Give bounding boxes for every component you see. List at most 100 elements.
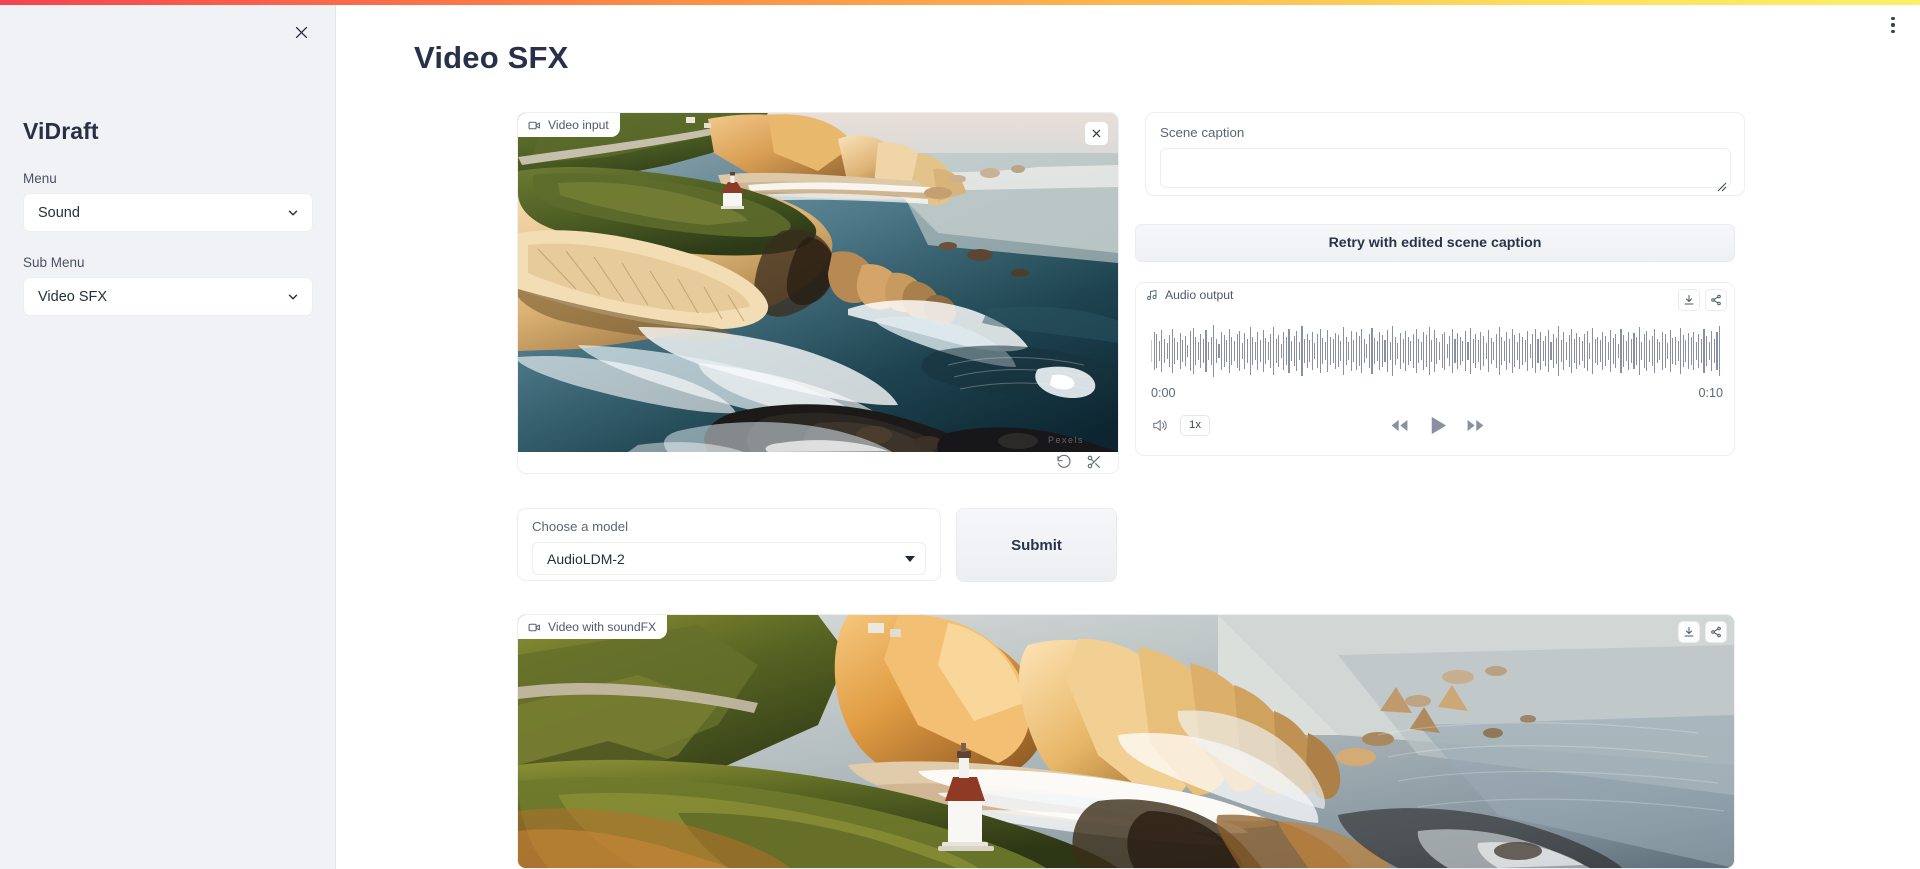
waveform-bar (1713, 338, 1715, 364)
waveform-bar (1221, 332, 1223, 370)
submenu-label: Sub Menu (23, 255, 85, 270)
waveform-bar (1345, 337, 1347, 365)
video-sfx-canvas[interactable] (518, 615, 1734, 868)
waveform-bar (1446, 343, 1448, 359)
menu-label: Menu (23, 171, 57, 186)
waveform-bar (1342, 327, 1344, 375)
waveform-bar (1304, 338, 1306, 364)
waveform-bar (1708, 341, 1710, 361)
audio-time-start: 0:00 (1151, 386, 1176, 400)
waveform-bar (1182, 340, 1184, 362)
waveform-bar (1202, 339, 1204, 363)
share-icon[interactable] (1705, 621, 1727, 643)
waveform-bar (1573, 339, 1575, 363)
video-input-canvas[interactable]: Pexels (518, 113, 1118, 452)
waveform-bar (1449, 335, 1451, 367)
waveform-bar (1566, 342, 1568, 360)
undo-rotate-ccw-icon[interactable] (1056, 454, 1072, 470)
waveform-bar (1156, 334, 1158, 368)
sidebar: ViDraft Menu Sound Sub Menu Video SFX (0, 5, 336, 869)
waveform-bar (1179, 333, 1181, 369)
waveform-bar (1436, 338, 1438, 364)
fast-forward-icon[interactable] (1466, 416, 1485, 435)
waveform-bar (1412, 334, 1415, 368)
waveform-bar (1324, 341, 1326, 361)
waveform-bar (1633, 333, 1635, 369)
waveform-bar (1215, 338, 1217, 364)
waveform-bar (1441, 333, 1443, 369)
waveform-bar (1327, 330, 1329, 372)
waveform-bar (1280, 343, 1282, 359)
video-sfx-tag-label: Video with soundFX (548, 620, 657, 634)
close-icon[interactable] (287, 18, 315, 46)
submenu-select[interactable]: Video SFX (23, 277, 313, 316)
waveform-bar (1195, 337, 1197, 365)
submit-button[interactable]: Submit (956, 508, 1117, 582)
waveform-bar (1348, 342, 1350, 360)
waveform-bar (1405, 330, 1407, 372)
waveform-bar (1291, 340, 1293, 362)
model-picker-block: Choose a model AudioLDM-2 (517, 508, 941, 581)
waveform-bar (1488, 330, 1490, 372)
scene-caption-label: Scene caption (1160, 125, 1245, 140)
download-icon[interactable] (1678, 621, 1700, 643)
menu-select[interactable]: Sound (23, 193, 313, 232)
more-vertical-icon[interactable] (1882, 12, 1904, 38)
waveform-bar (1431, 340, 1433, 362)
waveform-bar (1672, 338, 1674, 364)
waveform-bar (1223, 335, 1225, 367)
scene-caption-block: Scene caption (1145, 112, 1745, 196)
waveform-bar (1298, 342, 1300, 360)
video-input-tag-label: Video input (548, 118, 609, 132)
audio-waveform[interactable] (1151, 325, 1723, 377)
waveform-bar (1317, 333, 1319, 369)
waveform-bar (1545, 335, 1547, 367)
waveform-bar (1490, 338, 1492, 364)
waveform-bar (1610, 330, 1612, 372)
waveform-bar (1641, 342, 1643, 360)
waveform-bar (1208, 341, 1210, 361)
waveform-bar (1257, 331, 1259, 371)
caret-down-icon (905, 555, 915, 562)
waveform-bar (1571, 329, 1573, 373)
music-note-icon (1146, 289, 1158, 301)
choose-model-label: Choose a model (532, 519, 629, 534)
rewind-icon[interactable] (1390, 416, 1409, 435)
waveform-bar (1275, 339, 1277, 363)
waveform-bar (1163, 338, 1166, 364)
share-icon[interactable] (1705, 289, 1727, 311)
waveform-bar (1384, 340, 1386, 362)
audio-output-actions (1678, 289, 1727, 311)
retry-with-edited-caption-button[interactable]: Retry with edited scene caption (1135, 224, 1735, 262)
download-icon[interactable] (1678, 289, 1700, 311)
waveform-bar (1387, 330, 1389, 372)
waveform-bar (1615, 333, 1617, 369)
audio-output-tag: Audio output (1136, 283, 1245, 307)
waveform-bar (1646, 330, 1648, 372)
waveform-bar (1200, 333, 1202, 369)
waveform-bar (1716, 332, 1718, 370)
waveform-bar (1483, 335, 1485, 367)
model-select[interactable]: AudioLDM-2 (532, 542, 926, 575)
waveform-bar (1604, 335, 1606, 367)
model-select-value: AudioLDM-2 (547, 550, 625, 567)
scene-caption-input[interactable] (1160, 148, 1731, 188)
waveform-bar (1628, 331, 1630, 371)
waveform-bar (1599, 340, 1601, 362)
scissors-icon[interactable] (1086, 454, 1102, 470)
waveform-bar (1607, 341, 1609, 361)
waveform-bar (1654, 329, 1656, 373)
play-icon[interactable] (1426, 414, 1449, 437)
waveform-bar (1690, 337, 1692, 365)
waveform-bar (1231, 337, 1233, 365)
waveform-bar (1682, 335, 1684, 367)
waveform-bar (1187, 344, 1189, 358)
waveform-bar (1400, 333, 1402, 369)
waveform-bar (1285, 337, 1287, 365)
waveform-bar (1706, 335, 1708, 367)
close-icon[interactable] (1085, 122, 1108, 145)
chevron-down-icon (286, 206, 300, 220)
waveform-bar (1246, 338, 1249, 364)
waveform-bar (1332, 339, 1334, 363)
waveform-bar (1581, 340, 1583, 362)
